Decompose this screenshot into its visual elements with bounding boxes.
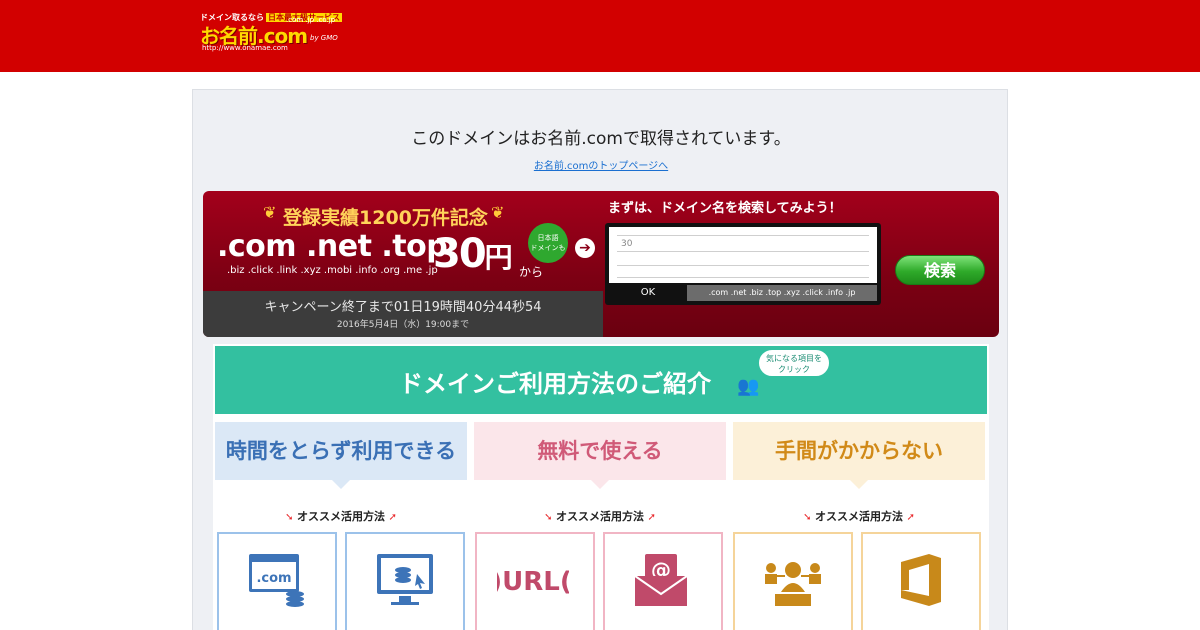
- office-icon: [901, 554, 941, 606]
- usage-card-url[interactable]: )URL(: [475, 532, 595, 630]
- usage-section: ドメインご利用方法のご紹介 気になる項目を クリック 👥 時間をとらず利用できる…: [213, 344, 989, 630]
- recommend-label: ➘ オススメ活用方法 ➚: [803, 510, 915, 523]
- onamae-logo[interactable]: ドメイン取るなら 日本最大級サービス お名前.com .com .jp .co.j…: [200, 12, 345, 52]
- usage-banner: ドメインご利用方法のご紹介 気になる項目を クリック 👥: [215, 346, 987, 414]
- usage-card-website[interactable]: .com: [217, 532, 337, 630]
- featured-tlds: .com .net .top: [217, 229, 448, 264]
- search-input-value: 30: [621, 239, 633, 249]
- recommend-label: ➘ オススメ活用方法 ➚: [285, 510, 397, 523]
- campaign-price: 30円: [433, 231, 513, 277]
- japanese-domain-badge: 日本語 ドメインも: [528, 223, 568, 263]
- price-unit: 円: [484, 241, 513, 274]
- search-button[interactable]: 検索: [895, 255, 985, 285]
- badge-line-1: 日本語: [537, 234, 559, 242]
- laurel-left-icon: ❦: [263, 203, 277, 222]
- recommend-label: ➘ オススメ活用方法 ➚: [544, 510, 656, 523]
- dotcom-web-icon: .com: [249, 554, 304, 607]
- search-heading: まずは、ドメイン名を検索してみよう！: [608, 201, 842, 216]
- email-at-icon: @: [634, 554, 688, 606]
- campaign-countdown: キャンペーン終了まで01日19時間40分44秒54: [264, 300, 542, 315]
- column-heading-time[interactable]: 時間をとらず利用できる: [215, 422, 467, 480]
- logo-gmo: by GMO: [310, 34, 338, 42]
- input-rule: [617, 265, 869, 266]
- price-value: 30: [433, 231, 487, 277]
- domain-search-input[interactable]: 30: [609, 227, 877, 283]
- heading-notch: [591, 480, 609, 489]
- heading-notch: [332, 480, 350, 489]
- campaign-end-date: 2016年5月4日（水）19:00まで: [336, 320, 470, 330]
- usage-card-ads[interactable]: [345, 532, 465, 630]
- bubble-line-2: クリック: [778, 365, 810, 374]
- click-hint-bubble: 気になる項目を クリック: [757, 348, 831, 378]
- logo-tlds: .com .jp .co.jp: [286, 16, 336, 24]
- input-rule: [617, 277, 869, 278]
- usage-card-email[interactable]: @: [603, 532, 723, 630]
- logo-url: http://www.onamae.com: [202, 44, 288, 52]
- input-rule: [617, 251, 869, 252]
- column-heading-free[interactable]: 無料で使える: [474, 422, 726, 480]
- usage-card-network[interactable]: [733, 532, 853, 630]
- dotcom-text: .com: [256, 571, 291, 586]
- laurel-right-icon: ❦: [491, 203, 505, 222]
- top-header-bar: ドメイン取るなら 日本最大級サービス お名前.com .com .jp .co.j…: [0, 0, 1200, 72]
- column-heading-easy[interactable]: 手間がかからない: [733, 422, 985, 480]
- heading-notch: [850, 480, 868, 489]
- url-text: )URL(: [497, 567, 569, 597]
- top-page-link[interactable]: お名前.comのトップページへ: [193, 157, 1009, 172]
- badge-line-2: ドメインも: [530, 244, 566, 252]
- price-from: から: [519, 265, 544, 279]
- bubble-line-1: 気になる項目を: [766, 354, 822, 363]
- campaign-title: 登録実績1200万件記念: [283, 207, 488, 229]
- campaign-banner[interactable]: ❦ 登録実績1200万件記念 ❦ .com .net .top .biz .cl…: [203, 191, 999, 337]
- input-rule: [617, 235, 869, 236]
- ok-button[interactable]: OK: [609, 285, 687, 301]
- people-network-icon: [765, 562, 821, 606]
- arrow-right-icon: ➔: [575, 238, 595, 258]
- domain-search-box: 30 OK .com .net .biz .top .xyz .click .i…: [605, 223, 881, 305]
- tld-selector[interactable]: .com .net .biz .top .xyz .click .info .j…: [687, 285, 877, 301]
- monitor-coins-icon: [377, 554, 433, 605]
- main-panel: このドメインはお名前.comで取得されています。 お名前.comのトップページへ…: [192, 89, 1008, 630]
- usage-card-office[interactable]: [861, 532, 981, 630]
- url-icon: )URL(: [497, 567, 569, 597]
- page-headline: このドメインはお名前.comで取得されています。: [411, 129, 791, 149]
- person-icon: 👥: [737, 376, 760, 397]
- other-tlds: .biz .click .link .xyz .mobi .info .org …: [227, 265, 438, 276]
